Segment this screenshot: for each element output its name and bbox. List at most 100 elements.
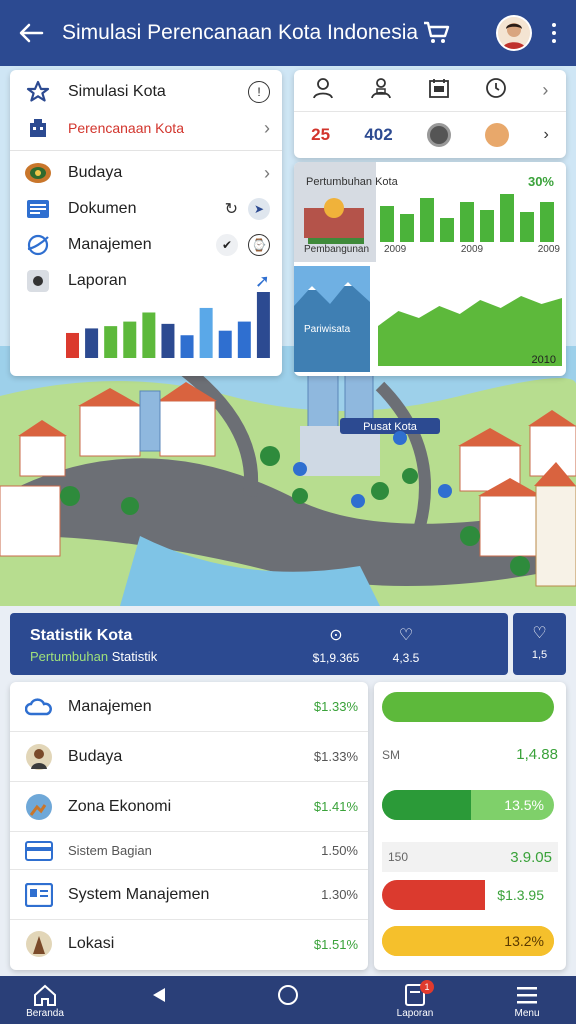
home-icon	[10, 982, 80, 1008]
stat-value-blue: 402	[364, 125, 393, 144]
bottom-navigation: Beranda 1 Laporan Menu	[0, 976, 576, 1024]
city-icon	[24, 114, 52, 142]
menu-item-label: Budaya	[68, 164, 123, 181]
id-card-icon	[24, 880, 54, 910]
menu-item-label: Manajemen	[68, 236, 152, 253]
list-item[interactable]: Budaya $1.33%	[10, 732, 368, 782]
list-item-name: Manajemen	[68, 697, 152, 715]
summary-col-2[interactable]: ♡ 4,3.5	[376, 625, 436, 665]
list-item[interactable]: Manajemen $1.33%	[10, 682, 368, 732]
menu-chart-bar	[161, 323, 175, 358]
chevron-right-icon[interactable]: ›	[542, 80, 548, 101]
user-icon[interactable]	[312, 77, 334, 104]
profile-avatar-icon[interactable]	[485, 123, 510, 147]
chart-bar	[420, 198, 434, 242]
cart-icon[interactable]	[418, 15, 454, 51]
menu-chart-bar	[199, 307, 213, 358]
chart-corner-label: 2010	[531, 354, 556, 366]
progress-row: SM 1,4.88	[382, 746, 558, 763]
list-item-value: $1.41%	[313, 799, 358, 814]
chevron-right-icon[interactable]: ›	[543, 126, 548, 144]
nav-home[interactable]: Beranda	[10, 982, 80, 1019]
list-item[interactable]: Sistem Bagian 1.50%	[10, 832, 368, 870]
back-arrow-icon[interactable]	[14, 16, 48, 50]
chart-caption: Pembangunan	[304, 244, 370, 255]
list-item-name: System Manajemen	[68, 885, 210, 903]
progress-row: 150 3.9.05	[382, 842, 558, 872]
nav-label: Menu	[514, 1008, 540, 1019]
more-vert-icon[interactable]	[546, 23, 562, 43]
row-right-value: 3.9.05	[510, 848, 552, 866]
report-icon: 1	[380, 980, 450, 1008]
calendar-icon[interactable]	[428, 77, 450, 104]
chart-side-caption: Pariwisata	[304, 324, 351, 335]
x-tick: 2009	[537, 244, 560, 255]
nav-menu[interactable]: Menu	[492, 982, 562, 1019]
menu-chart-bar	[218, 330, 232, 358]
info-icon[interactable]: !	[248, 81, 270, 103]
clock-icon[interactable]: ⌚	[248, 234, 270, 256]
nav-home-circle[interactable]	[253, 982, 323, 1008]
coin-icon[interactable]	[426, 123, 451, 147]
growth-chart-card: Pertumbuhan Kota 30% Pembangunan 2009 20…	[294, 162, 566, 376]
person-icon	[24, 742, 54, 772]
summary-side-button[interactable]: ♡ 1,5	[513, 613, 566, 675]
menu-chart-bar	[104, 326, 118, 358]
chart-bar	[460, 202, 474, 242]
city-center-label: Pusat Kota	[363, 421, 418, 433]
menu-chart-bar	[237, 321, 251, 358]
list-item-name: Lokasi	[68, 935, 115, 952]
people-icon[interactable]	[369, 77, 393, 104]
x-tick: 2009	[384, 244, 407, 255]
menu-item-perencanaan[interactable]: Perencanaan Kota ›	[10, 110, 282, 146]
pill-value: 13.2%	[504, 933, 544, 949]
progress-pill: 13.2%	[382, 926, 554, 956]
heart-icon: ♡	[532, 625, 547, 642]
progress-pill: 13.5%	[382, 790, 554, 820]
growth-area-chart	[378, 296, 562, 366]
avatar[interactable]	[496, 15, 533, 51]
compass-icon[interactable]: ➤	[248, 198, 270, 220]
nav-label: Beranda	[26, 1008, 64, 1019]
menu-icon	[492, 982, 562, 1008]
nav-report[interactable]: 1 Laporan	[380, 980, 450, 1019]
nav-back[interactable]	[124, 982, 194, 1008]
list-item-value: 1.50%	[321, 843, 358, 858]
quick-actions-card: › 25 402 ›	[294, 70, 566, 158]
location-icon: ⊙	[329, 627, 343, 644]
app-bar: Simulasi Perencanaan Kota Indonesia	[0, 0, 576, 66]
growth-bar-chart	[380, 194, 554, 242]
page-title: Simulasi Perencanaan Kota Indonesia	[61, 21, 419, 44]
menu-item-budaya[interactable]: Budaya ›	[10, 155, 282, 191]
document-icon	[24, 195, 52, 223]
refresh-icon[interactable]: ↻	[225, 199, 238, 219]
menu-item-simulasi[interactable]: Simulasi Kota !	[10, 74, 282, 110]
chart-bar	[520, 212, 534, 242]
clock-icon[interactable]	[485, 77, 507, 104]
category-list: Manajemen $1.33% Budaya $1.33% Zona Ekon…	[10, 682, 368, 970]
list-item[interactable]: Lokasi $1.51%	[10, 920, 368, 968]
globe-icon	[24, 792, 54, 822]
progress-row	[382, 692, 558, 722]
progress-card: SM 1,4.88 13.5% 150 3.9.05 $1.3.95 13.2%	[374, 682, 566, 970]
menu-chart-bar	[180, 335, 194, 358]
summary-col-1[interactable]: ⊙ $1,9.365	[306, 625, 366, 665]
menu-item-label: Simulasi Kota	[68, 83, 166, 100]
menu-bar-chart	[66, 292, 270, 358]
stat-value-red: 25	[311, 125, 331, 144]
chart-bar	[400, 214, 414, 242]
list-item[interactable]: System Manajemen 1.30%	[10, 870, 368, 920]
menu-item-label: Perencanaan Kota	[68, 120, 184, 136]
list-item-name: Sistem Bagian	[68, 843, 152, 858]
check-icon[interactable]: ✔	[216, 234, 238, 256]
menu-item-dokumen[interactable]: Dokumen ↻ ➤	[10, 191, 282, 227]
summary-banner: Statistik Kota Pertumbuhan Statistik ⊙ $…	[10, 613, 508, 675]
nav-label: Laporan	[396, 1008, 434, 1019]
progress-row: 13.5%	[382, 790, 558, 820]
menu-card: Simulasi Kota ! Perencanaan Kota › Buday…	[10, 70, 282, 376]
cloud-icon	[24, 692, 54, 722]
menu-chart-bar	[123, 321, 137, 358]
list-item[interactable]: Zona Ekonomi $1.41%	[10, 782, 368, 832]
list-item-value: 1.30%	[321, 887, 358, 902]
menu-item-manajemen[interactable]: Manajemen ✔ ⌚	[10, 227, 282, 263]
